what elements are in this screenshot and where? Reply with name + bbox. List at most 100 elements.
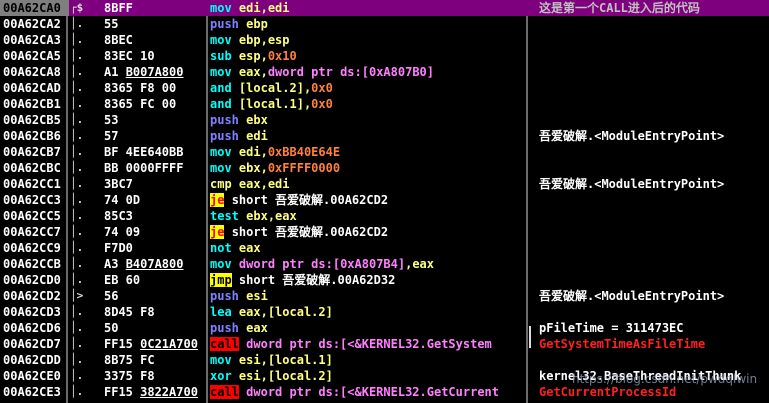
- comment-cell[interactable]: [539, 48, 767, 64]
- hex-bytes-cell[interactable]: FF15 0C21A700: [104, 336, 204, 352]
- hex-bytes-cell[interactable]: 8D45 F8: [104, 304, 204, 320]
- disassembly-cell[interactable]: and [local.1],0x0: [210, 96, 524, 112]
- disassembly-cell[interactable]: push eax: [210, 320, 524, 336]
- address-cell[interactable]: 00A62CBC: [0, 160, 69, 176]
- comment-cell[interactable]: [539, 80, 767, 96]
- code-row[interactable]: 00A62CA0 ┌$ 8BFF mov edi,edi 这是第一个CALL进入后的代码: [0, 0, 769, 16]
- disassembly-cell[interactable]: mov edi,edi: [210, 0, 524, 16]
- address-cell[interactable]: 00A62CA5: [0, 48, 69, 64]
- hex-bytes-cell[interactable]: 74 09: [104, 224, 204, 240]
- disassembly-cell[interactable]: mov dword ptr ds:[0xA807B4],eax: [210, 256, 524, 272]
- comment-cell[interactable]: [539, 32, 767, 48]
- address-cell[interactable]: 00A62CAD: [0, 80, 69, 96]
- hex-bytes-cell[interactable]: 3BC7: [104, 176, 204, 192]
- hex-bytes-cell[interactable]: 85C3: [104, 208, 204, 224]
- code-row[interactable]: 00A62CA8 │. A1 B007A800 mov eax,dword ptr d…: [0, 64, 769, 80]
- address-cell[interactable]: 00A62CCB: [0, 256, 69, 272]
- disassembly-cell[interactable]: jmp short 吾爱破解.00A62D32: [210, 272, 524, 288]
- hex-bytes-cell[interactable]: 53: [104, 112, 204, 128]
- hex-bytes-cell[interactable]: BF 4EE640BB: [104, 144, 204, 160]
- code-row[interactable]: 00A62CCB │. A3 B407A800 mov dword ptr ds:[0…: [0, 256, 769, 272]
- comment-cell[interactable]: 吾爱破解.<ModuleEntryPoint>: [539, 288, 767, 304]
- disassembly-cell[interactable]: push ebx: [210, 112, 524, 128]
- comment-cell[interactable]: [539, 208, 767, 224]
- disassembly-cell[interactable]: cmp eax,edi: [210, 176, 524, 192]
- address-cell[interactable]: 00A62CB1: [0, 96, 69, 112]
- code-row[interactable]: 00A62CD6 │. 50 push eax pFileTime = 311473EC: [0, 320, 769, 336]
- hex-bytes-cell[interactable]: 8365 F8 00: [104, 80, 204, 96]
- hex-bytes-cell[interactable]: 8BEC: [104, 32, 204, 48]
- hex-bytes-cell[interactable]: 57: [104, 128, 204, 144]
- address-cell[interactable]: 00A62CD7: [0, 336, 69, 352]
- code-row[interactable]: 00A62CDD │. 8B75 FC mov esi,[local.1]: [0, 352, 769, 368]
- disassembly-cell[interactable]: lea eax,[local.2]: [210, 304, 524, 320]
- disassembly-cell[interactable]: push esi: [210, 288, 524, 304]
- code-row[interactable]: 00A62CD0 │. EB 60 jmp short 吾爱破解.00A62D32: [0, 272, 769, 288]
- comment-cell[interactable]: [539, 96, 767, 112]
- comment-cell[interactable]: [539, 192, 767, 208]
- comment-cell[interactable]: [539, 112, 767, 128]
- hex-bytes-cell[interactable]: A3 B407A800: [104, 256, 204, 272]
- hex-bytes-cell[interactable]: 8365 FC 00: [104, 96, 204, 112]
- comment-cell[interactable]: pFileTime = 311473EC: [539, 320, 767, 336]
- hex-bytes-cell[interactable]: 83EC 10: [104, 48, 204, 64]
- comment-cell[interactable]: [539, 352, 767, 368]
- disassembly-pane[interactable]: 00A62CA0 ┌$ 8BFF mov edi,edi 这是第一个CALL进入后的代码…: [0, 0, 769, 403]
- address-cell[interactable]: 00A62CC1: [0, 176, 69, 192]
- hex-bytes-cell[interactable]: 74 0D: [104, 192, 204, 208]
- address-cell[interactable]: 00A62CC5: [0, 208, 69, 224]
- address-cell[interactable]: 00A62CA0: [0, 0, 69, 16]
- hex-bytes-cell[interactable]: 8B75 FC: [104, 352, 204, 368]
- code-row[interactable]: 00A62CD7 │. FF15 0C21A700 call dword ptr ds…: [0, 336, 769, 352]
- disassembly-cell[interactable]: test ebx,eax: [210, 208, 524, 224]
- hex-bytes-cell[interactable]: 3375 F8: [104, 368, 204, 384]
- comment-cell[interactable]: [539, 272, 767, 288]
- code-row[interactable]: 00A62CD3 │. 8D45 F8 lea eax,[local.2]: [0, 304, 769, 320]
- address-cell[interactable]: 00A62CE3: [0, 384, 69, 400]
- disassembly-cell[interactable]: push ebp: [210, 16, 524, 32]
- address-cell[interactable]: 00A62CC7: [0, 224, 69, 240]
- code-row[interactable]: 00A62CA5 │. 83EC 10 sub esp,0x10: [0, 48, 769, 64]
- address-cell[interactable]: 00A62CB5: [0, 112, 69, 128]
- disassembly-cell[interactable]: xor esi,[local.2]: [210, 368, 524, 384]
- code-row[interactable]: 00A62CA2 │. 55 push ebp: [0, 16, 769, 32]
- code-row[interactable]: 00A62CC5 │. 85C3 test ebx,eax: [0, 208, 769, 224]
- address-cell[interactable]: 00A62CB6: [0, 128, 69, 144]
- address-cell[interactable]: 00A62CC9: [0, 240, 69, 256]
- hex-bytes-cell[interactable]: 55: [104, 16, 204, 32]
- address-cell[interactable]: 00A62CB7: [0, 144, 69, 160]
- comment-cell[interactable]: [539, 256, 767, 272]
- code-row[interactable]: 00A62CD2 │> 56 push esi 吾爱破解.<ModuleEntryPoi…: [0, 288, 769, 304]
- comment-cell[interactable]: [539, 64, 767, 80]
- code-row[interactable]: 00A62CB6 │. 57 push edi 吾爱破解.<ModuleEntryPoi…: [0, 128, 769, 144]
- comment-cell[interactable]: [539, 240, 767, 256]
- address-cell[interactable]: 00A62CD2: [0, 288, 69, 304]
- hex-bytes-cell[interactable]: BB 0000FFFF: [104, 160, 204, 176]
- disassembly-cell[interactable]: push edi: [210, 128, 524, 144]
- code-row[interactable]: 00A62CE3 │. FF15 3822A700 call dword ptr ds…: [0, 384, 769, 400]
- code-row[interactable]: 00A62CBC │. BB 0000FFFF mov ebx,0xFFFF0000: [0, 160, 769, 176]
- disassembly-cell[interactable]: not eax: [210, 240, 524, 256]
- code-row[interactable]: 00A62CC7 │. 74 09 je short 吾爱破解.00A62CD2: [0, 224, 769, 240]
- comment-cell[interactable]: [539, 160, 767, 176]
- comment-cell[interactable]: [539, 144, 767, 160]
- disassembly-cell[interactable]: je short 吾爱破解.00A62CD2: [210, 192, 524, 208]
- code-row[interactable]: 00A62CB1 │. 8365 FC 00 and [local.1],0x0: [0, 96, 769, 112]
- comment-cell[interactable]: [539, 224, 767, 240]
- address-cell[interactable]: 00A62CD6: [0, 320, 69, 336]
- comment-cell[interactable]: 这是第一个CALL进入后的代码: [539, 0, 767, 16]
- hex-bytes-cell[interactable]: 50: [104, 320, 204, 336]
- code-row[interactable]: 00A62CA3 │. 8BEC mov ebp,esp: [0, 32, 769, 48]
- address-cell[interactable]: 00A62CDD: [0, 352, 69, 368]
- address-cell[interactable]: 00A62CA3: [0, 32, 69, 48]
- address-cell[interactable]: 00A62CD0: [0, 272, 69, 288]
- address-cell[interactable]: 00A62CA8: [0, 64, 69, 80]
- address-cell[interactable]: 00A62CD3: [0, 304, 69, 320]
- code-row[interactable]: 00A62CC3 │. 74 0D je short 吾爱破解.00A62CD2: [0, 192, 769, 208]
- disassembly-cell[interactable]: mov edi,0xBB40E64E: [210, 144, 524, 160]
- disassembly-cell[interactable]: mov esi,[local.1]: [210, 352, 524, 368]
- disassembly-cell[interactable]: mov eax,dword ptr ds:[0xA807B0]: [210, 64, 524, 80]
- comment-cell[interactable]: [539, 304, 767, 320]
- address-cell[interactable]: 00A62CC3: [0, 192, 69, 208]
- comment-cell[interactable]: GetSystemTimeAsFileTime: [539, 336, 767, 352]
